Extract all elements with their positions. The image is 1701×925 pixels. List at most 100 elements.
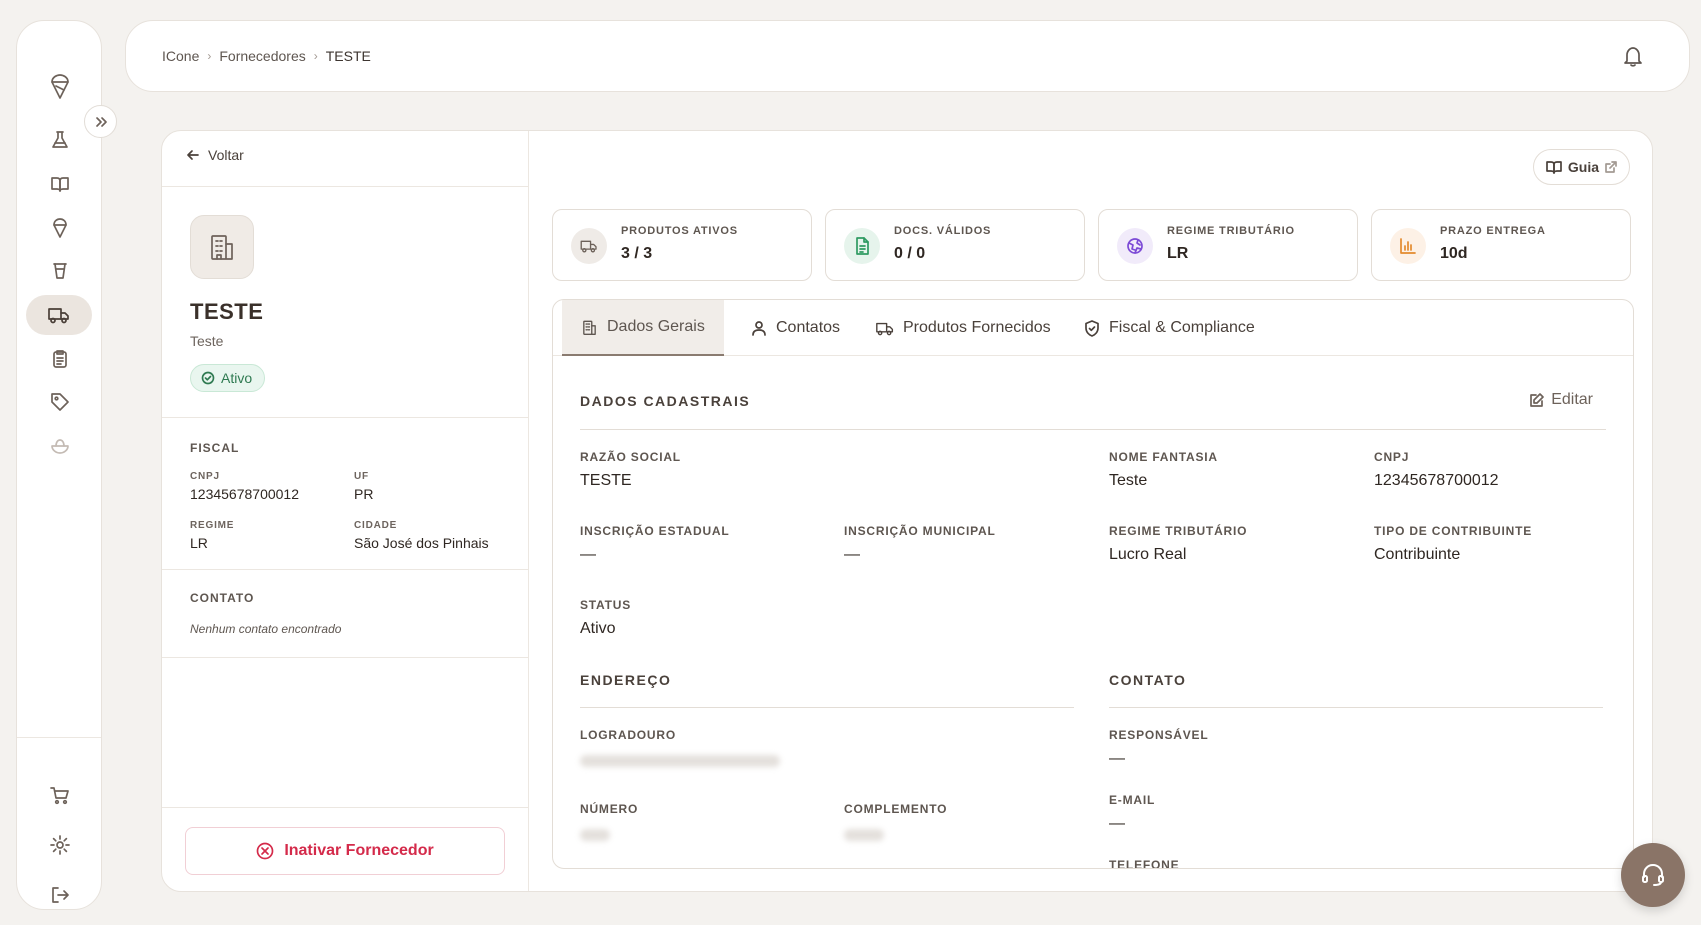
inscricao-municipal-label: INSCRIÇÃO MUNICIPAL (844, 524, 996, 538)
divider (162, 417, 528, 418)
uf-label: UF (354, 471, 369, 482)
complemento-label: COMPLEMENTO (844, 802, 948, 816)
supplier-name: TESTE (190, 299, 264, 324)
edit-button[interactable]: Editar (1529, 391, 1593, 409)
cidade-label: CIDADE (354, 520, 398, 531)
tab-contatos[interactable]: Contatos (732, 300, 859, 356)
edit-icon (1529, 392, 1545, 408)
divider (580, 707, 1074, 708)
breadcrumb-root[interactable]: ICone (162, 48, 199, 64)
cart-icon[interactable] (38, 775, 82, 815)
bar-chart-icon (1390, 228, 1426, 264)
check-circle-icon (201, 371, 215, 385)
stat-value: 10d (1440, 245, 1468, 262)
status-badge-label: Ativo (221, 370, 253, 386)
tab-label: Fiscal & Compliance (1109, 319, 1255, 336)
inscricao-municipal-value: — (844, 546, 860, 563)
redacted-value (580, 829, 610, 841)
truck-icon (876, 321, 894, 336)
nome-fantasia-value: Teste (1109, 472, 1148, 489)
ice-cream-icon[interactable] (38, 208, 82, 248)
sidebar (16, 20, 102, 910)
building-icon (581, 319, 598, 336)
endereco-title: ENDEREÇO (580, 672, 672, 688)
supplier-trade-name: Teste (190, 333, 224, 349)
tag-icon[interactable] (38, 382, 82, 422)
cnpj-value: 12345678700012 (190, 486, 300, 502)
status-badge: Ativo (190, 364, 266, 392)
uf-value: PR (354, 486, 374, 502)
back-label: Voltar (208, 147, 244, 163)
divider (1109, 707, 1603, 708)
email-label: E-MAIL (1109, 793, 1156, 807)
guide-button[interactable]: Guia (1532, 149, 1630, 185)
book-icon[interactable] (38, 164, 82, 204)
divider (162, 569, 528, 570)
sidebar-divider (17, 737, 101, 738)
file-icon (844, 228, 880, 264)
responsavel-value: — (1109, 750, 1125, 767)
tab-dados-gerais[interactable]: Dados Gerais (562, 300, 724, 356)
email-value: — (1109, 815, 1125, 832)
back-button[interactable]: Voltar (186, 147, 244, 163)
edit-label: Editar (1551, 391, 1593, 408)
regime-tributario-label: REGIME TRIBUTÁRIO (1109, 524, 1248, 538)
contato-title: CONTATO (1109, 672, 1187, 688)
tab-label: Dados Gerais (607, 318, 705, 335)
inactivate-label: Inativar Fornecedor (284, 842, 434, 859)
stat-value: LR (1167, 245, 1189, 262)
arrow-left-icon (186, 148, 200, 162)
globe-icon (1117, 228, 1153, 264)
cup-icon[interactable] (38, 251, 82, 291)
truck-icon (571, 228, 607, 264)
breadcrumb-section[interactable]: Fornecedores (219, 48, 305, 64)
logradouro-label: LOGRADOURO (580, 728, 676, 742)
support-button[interactable] (1621, 843, 1685, 907)
status-value: Ativo (580, 620, 616, 637)
razao-social-label: RAZÃO SOCIAL (580, 450, 681, 464)
cnpj-label: CNPJ (190, 471, 220, 482)
supplier-detail-card: Voltar TESTE Teste Ativo FISCAL CNPJ 123… (161, 130, 1653, 892)
flask-icon[interactable] (38, 120, 82, 160)
tab-fiscal-compliance[interactable]: Fiscal & Compliance (1065, 300, 1274, 356)
regime-label: REGIME (190, 520, 235, 531)
nome-fantasia-label: NOME FANTASIA (1109, 450, 1218, 464)
inscricao-estadual-label: INSCRIÇÃO ESTADUAL (580, 524, 730, 538)
divider (162, 807, 528, 808)
divider (580, 429, 1606, 430)
clipboard-icon[interactable] (38, 339, 82, 379)
detail-panel: Dados Gerais Contatos Produtos Fornecido… (552, 299, 1634, 869)
external-link-icon (1605, 161, 1617, 173)
regime-value: LR (190, 535, 208, 551)
gear-icon[interactable] (38, 825, 82, 865)
breadcrumb-separator: › (207, 49, 212, 63)
bell-icon[interactable] (1622, 45, 1644, 67)
fiscal-section-title: FISCAL (190, 441, 240, 455)
stat-card-produtos: PRODUTOS ATIVOS 3 / 3 (552, 209, 812, 281)
stat-card-regime: REGIME TRIBUTÁRIO LR (1098, 209, 1358, 281)
stat-label: REGIME TRIBUTÁRIO (1167, 225, 1295, 237)
divider (162, 657, 528, 658)
numero-label: NÚMERO (580, 802, 639, 816)
tipo-contribuinte-value: Contribuinte (1374, 546, 1461, 563)
breadcrumb-separator: › (313, 49, 318, 63)
stat-card-docs: DOCS. VÁLIDOS 0 / 0 (825, 209, 1085, 281)
chevrons-right-icon (94, 115, 108, 129)
headset-icon (1640, 862, 1666, 888)
tab-produtos-fornecidos[interactable]: Produtos Fornecidos (857, 300, 1070, 356)
cnpj-value: 12345678700012 (1374, 472, 1499, 489)
tipo-contribuinte-label: TIPO DE CONTRIBUINTE (1374, 524, 1533, 538)
inscricao-estadual-value: — (580, 546, 596, 563)
inactivate-supplier-button[interactable]: Inativar Fornecedor (185, 827, 505, 875)
truck-icon[interactable] (26, 295, 92, 335)
stat-label: PRODUTOS ATIVOS (621, 225, 738, 237)
logout-icon[interactable] (38, 875, 82, 915)
telefone-label: TELEFONE (1109, 858, 1180, 869)
tab-label: Produtos Fornecidos (903, 319, 1051, 336)
dados-cadastrais-title: DADOS CADASTRAIS (580, 393, 751, 409)
stat-label: PRAZO ENTREGA (1440, 225, 1546, 237)
sidebar-toggle-button[interactable] (84, 105, 117, 138)
bowl-icon[interactable] (38, 426, 82, 466)
logo-icon[interactable] (38, 67, 82, 107)
tab-label: Contatos (776, 319, 841, 336)
